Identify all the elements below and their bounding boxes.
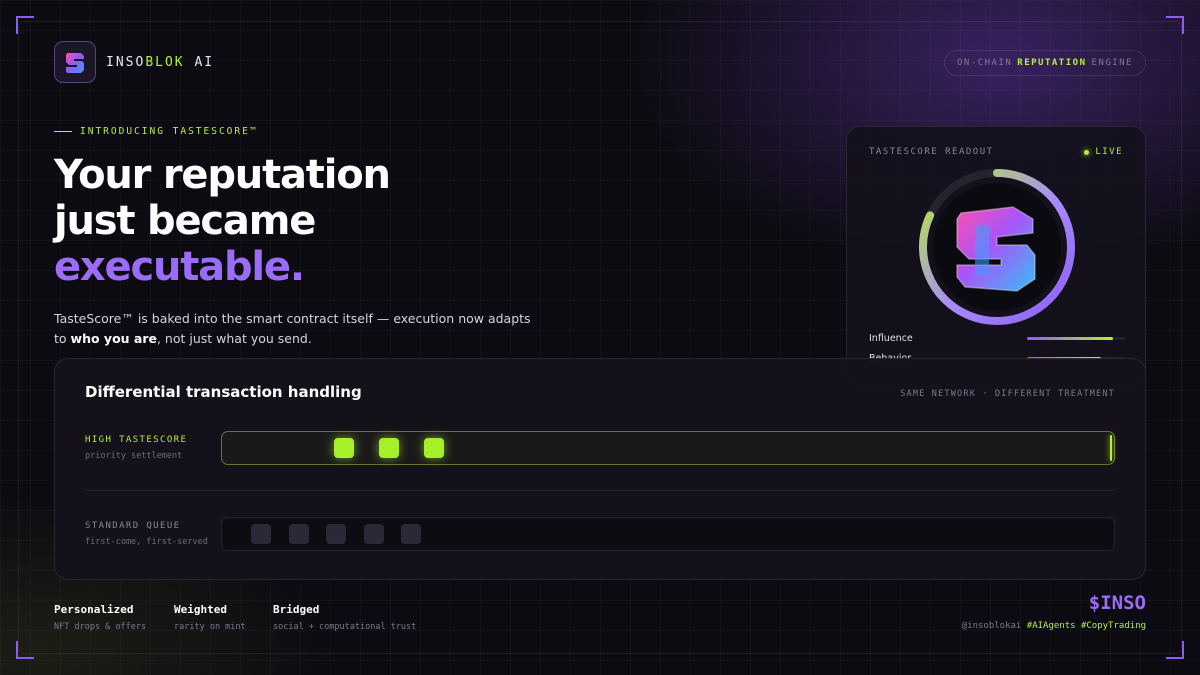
feature-bridged: Bridged social + computational trust bbox=[273, 603, 416, 632]
queued-packet bbox=[251, 524, 271, 544]
metric-influence-track bbox=[1027, 337, 1125, 340]
token-ticker: $INSO bbox=[1088, 592, 1146, 614]
corner-bracket-top-right bbox=[1166, 16, 1184, 34]
feature-sub: rarity on mint bbox=[174, 622, 246, 632]
lane-high-endcap bbox=[1110, 435, 1112, 461]
queued-packet bbox=[326, 524, 346, 544]
engine-pill: ON-CHAIN REPUTATION ENGINE bbox=[943, 50, 1146, 76]
headline: Your reputation just became executable. bbox=[54, 152, 391, 290]
feature-sub: social + computational trust bbox=[273, 622, 417, 632]
lede-paragraph: TasteScore™ is baked into the smart cont… bbox=[54, 309, 534, 349]
engine-pill-highlight: REPUTATION bbox=[1017, 58, 1087, 68]
queued-packet bbox=[289, 524, 309, 544]
live-dot-icon bbox=[1084, 149, 1090, 155]
metric-influence-fill bbox=[1027, 337, 1114, 340]
headline-line-2: just became bbox=[54, 198, 316, 244]
lede-part-2: , not just what you send. bbox=[156, 331, 312, 346]
corner-bracket-top-left bbox=[16, 16, 34, 34]
priority-packet bbox=[379, 438, 399, 458]
inso-logo-icon bbox=[54, 41, 96, 83]
lane-standard-track bbox=[221, 517, 1115, 551]
priority-packet bbox=[424, 438, 444, 458]
feature-sub: NFT drops & offers bbox=[54, 622, 147, 632]
panel-subtitle: SAME NETWORK · DIFFERENT TREATMENT bbox=[900, 389, 1115, 399]
brand-name-prefix: INSO bbox=[106, 54, 146, 70]
brand[interactable]: INSOBLOK AI bbox=[54, 41, 214, 83]
lane-standard-label: STANDARD QUEUE bbox=[85, 521, 181, 531]
lane-high-label: HIGH TASTESCORE bbox=[85, 435, 188, 445]
lede-bold: who you are bbox=[70, 331, 157, 346]
tastescore-logo-icon bbox=[956, 206, 1036, 292]
lane-high-track bbox=[221, 431, 1115, 465]
transaction-panel: Differential transaction handling SAME N… bbox=[54, 358, 1146, 580]
queued-packet bbox=[364, 524, 384, 544]
engine-pill-pre: ON-CHAIN bbox=[956, 58, 1013, 68]
live-status-label: LIVE bbox=[1095, 147, 1123, 157]
corner-bracket-bottom-left bbox=[16, 641, 34, 659]
corner-bracket-bottom-right bbox=[1166, 641, 1184, 659]
eyebrow-rule bbox=[54, 131, 72, 132]
feature-title: Bridged bbox=[273, 603, 320, 616]
live-status: LIVE bbox=[1084, 147, 1123, 157]
score-ring bbox=[917, 167, 1077, 331]
social-links[interactable]: @insoblokai #AIAgents #CopyTrading bbox=[962, 621, 1146, 631]
feature-title: Weighted bbox=[174, 603, 227, 616]
feature-personalized: Personalized NFT drops & offers bbox=[54, 603, 146, 632]
priority-packet bbox=[334, 438, 354, 458]
brand-name: INSOBLOK AI bbox=[106, 55, 214, 70]
headline-line-1: Your reputation bbox=[54, 152, 391, 198]
brand-name-accent: BLOK bbox=[145, 54, 185, 70]
brand-name-suffix: AI bbox=[184, 54, 215, 70]
metric-influence-label: Influence bbox=[869, 333, 913, 344]
headline-line-3: executable. bbox=[54, 244, 305, 290]
lane-high-sub: priority settlement bbox=[85, 451, 183, 461]
social-handle[interactable]: @insoblokai bbox=[962, 621, 1022, 631]
feature-title: Personalized bbox=[54, 603, 134, 616]
panel-title: Differential transaction handling bbox=[85, 383, 362, 401]
slide-canvas: INSOBLOK AI ON-CHAIN REPUTATION ENGINE I… bbox=[0, 0, 1200, 675]
queued-packet bbox=[401, 524, 421, 544]
feature-weighted: Weighted rarity on mint bbox=[174, 603, 246, 632]
tastescore-readout-card: TASTESCORE READOUT LIVE Influence bbox=[846, 126, 1146, 386]
engine-pill-post: ENGINE bbox=[1091, 58, 1133, 68]
social-hashtags[interactable]: #AIAgents #CopyTrading bbox=[1027, 621, 1146, 631]
eyebrow-text: INTRODUCING TASTESCORE™ bbox=[80, 126, 258, 137]
eyebrow: INTRODUCING TASTESCORE™ bbox=[54, 126, 258, 137]
lane-divider bbox=[85, 490, 1115, 491]
metric-influence: Influence bbox=[869, 333, 1125, 344]
lane-standard-sub: first-come, first-served bbox=[85, 537, 208, 547]
readout-label: TASTESCORE READOUT bbox=[869, 147, 994, 157]
